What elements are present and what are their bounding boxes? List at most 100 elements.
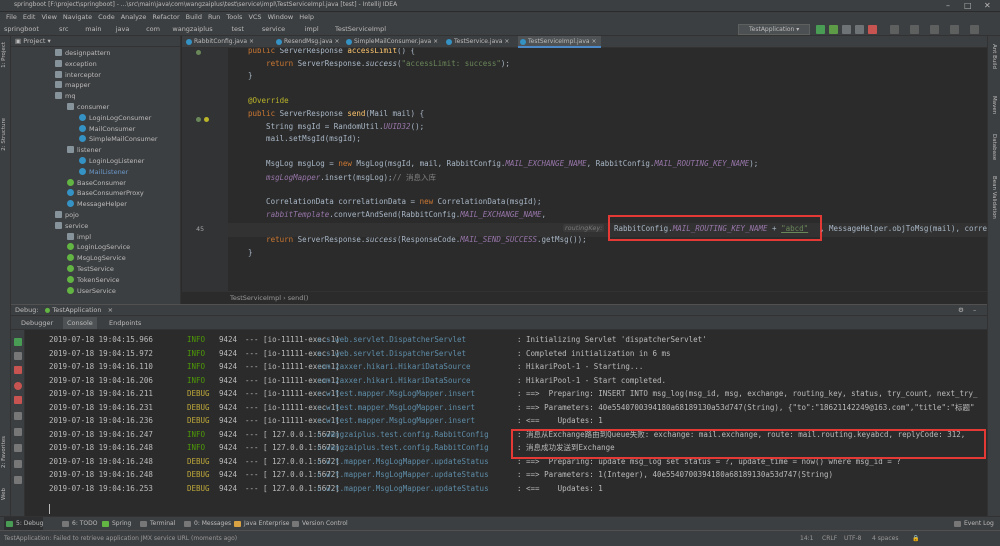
tree-item[interactable]: TestService: [67, 264, 114, 275]
bottom-tab[interactable]: Terminal: [138, 517, 175, 531]
close-icon[interactable]: ×: [247, 38, 254, 45]
hide-panel-icon[interactable]: –: [973, 305, 976, 316]
tree-item[interactable]: consumer: [67, 102, 109, 113]
settings-icon[interactable]: ⚙: [958, 305, 964, 316]
pause-icon[interactable]: [14, 352, 22, 360]
tree-item[interactable]: LoginLogService: [67, 242, 130, 253]
search-icon[interactable]: [970, 25, 979, 34]
breadcrumb-item[interactable]: com: [146, 24, 160, 35]
bottom-tab[interactable]: Version Control: [290, 517, 348, 531]
editor-breadcrumb[interactable]: TestServiceImpl › send(): [182, 291, 987, 303]
breadcrumb-item[interactable]: impl: [305, 24, 319, 35]
favorites-tool-tab[interactable]: 2: Favorites: [1, 436, 7, 468]
tree-item[interactable]: designpattern: [55, 48, 110, 59]
indent-setting[interactable]: 4 spaces: [872, 531, 898, 546]
tree-item[interactable]: mq: [55, 91, 75, 102]
tree-item[interactable]: LoginLogConsumer: [79, 113, 151, 124]
maven-tool-tab[interactable]: Maven: [991, 96, 997, 114]
editor-tab[interactable]: ResendMsg.java ×: [274, 36, 344, 48]
git-icon[interactable]: [890, 25, 899, 34]
tree-item[interactable]: pojo: [55, 210, 79, 221]
tree-item[interactable]: MailConsumer: [79, 124, 135, 135]
menu-help[interactable]: Help: [299, 12, 314, 23]
annotation-marker-icon[interactable]: [204, 117, 209, 122]
debug-tab-console[interactable]: Console: [63, 317, 97, 329]
camera-icon[interactable]: [14, 412, 22, 420]
bottom-tab[interactable]: Java Enterprise: [232, 517, 289, 531]
tree-item[interactable]: MessageHelper: [67, 199, 127, 210]
menu-tools[interactable]: Tools: [226, 12, 242, 23]
implements-marker-icon[interactable]: [196, 117, 201, 122]
project-panel-header[interactable]: ▣ Project ▾: [11, 36, 180, 47]
history-icon[interactable]: [930, 25, 939, 34]
bottom-tab[interactable]: 0: Messages: [182, 517, 231, 531]
menu-navigate[interactable]: Navigate: [63, 12, 92, 23]
breadcrumb-item[interactable]: wangzaiplus: [172, 24, 212, 35]
close-icon[interactable]: ×: [333, 38, 340, 45]
coverage-icon[interactable]: [842, 25, 851, 34]
structure-tool-tab[interactable]: 2: Structure: [1, 118, 7, 151]
close-icon[interactable]: ×: [502, 38, 509, 45]
minimize-icon[interactable]: –: [946, 1, 950, 10]
tree-item[interactable]: TokenService: [67, 275, 120, 286]
editor-tab[interactable]: TestService.java ×: [444, 36, 513, 48]
tree-item[interactable]: exception: [55, 59, 97, 70]
caret-position[interactable]: 14:1: [800, 531, 813, 546]
help-icon[interactable]: [14, 476, 22, 484]
console-output[interactable]: 2019-07-18 19:04:15.966 INFO 9424 --- [io-1…: [25, 330, 987, 516]
settings-icon[interactable]: [950, 25, 959, 34]
menu-file[interactable]: File: [6, 12, 17, 23]
maximize-icon[interactable]: □: [964, 1, 972, 10]
status-message[interactable]: TestApplication: Failed to retrieve appl…: [4, 531, 237, 546]
breadcrumb-item[interactable]: TestServiceImpl: [335, 24, 386, 35]
code-editor[interactable]: public ServerResponse accessLimit() { re…: [228, 48, 987, 291]
bottom-tab[interactable]: 5: Debug: [4, 517, 44, 531]
line-separator[interactable]: CRLF: [822, 531, 837, 546]
tree-item[interactable]: mapper: [55, 80, 90, 91]
debug-icon[interactable]: [829, 25, 838, 34]
run-icon[interactable]: [816, 25, 825, 34]
menu-analyze[interactable]: Analyze: [121, 12, 147, 23]
menu-refactor[interactable]: Refactor: [152, 12, 179, 23]
breadcrumb-item[interactable]: service: [262, 24, 285, 35]
file-encoding[interactable]: UTF-8: [844, 531, 862, 546]
menu-view[interactable]: View: [41, 12, 56, 23]
tree-item[interactable]: LoginLogListener: [79, 156, 144, 167]
breadcrumb-item[interactable]: java: [116, 24, 130, 35]
menu-edit[interactable]: Edit: [23, 12, 36, 23]
menu-vcs[interactable]: VCS: [248, 12, 261, 23]
mute-breakpoints-icon[interactable]: [14, 396, 22, 404]
tree-item[interactable]: MsgLogService: [67, 253, 126, 264]
lock-icon[interactable]: 🔒: [912, 531, 919, 546]
web-tool-tab[interactable]: Web: [1, 488, 7, 500]
tree-item[interactable]: BaseConsumerProxy: [67, 188, 144, 199]
breadcrumb-item[interactable]: test: [232, 24, 244, 35]
menu-build[interactable]: Build: [186, 12, 202, 23]
run-configuration-select[interactable]: TestApplication ▾: [738, 24, 810, 35]
menu-code[interactable]: Code: [98, 12, 115, 23]
project-tool-tab[interactable]: 1: Project: [1, 42, 7, 68]
override-marker-icon[interactable]: [196, 50, 201, 55]
ant-build-tool-tab[interactable]: Ant Build: [991, 44, 997, 69]
close-icon[interactable]: ×: [108, 306, 113, 314]
close-icon[interactable]: ×: [590, 38, 596, 45]
resume-icon[interactable]: [14, 338, 22, 346]
menu-run[interactable]: Run: [208, 12, 220, 23]
breadcrumb-item[interactable]: src: [59, 24, 69, 35]
tree-item[interactable]: interceptor: [55, 70, 101, 81]
tree-item[interactable]: BaseConsumer: [67, 178, 126, 189]
close-icon[interactable]: ×: [431, 38, 438, 45]
event-log-tab[interactable]: Event Log: [952, 517, 994, 531]
editor-tab[interactable]: RabbitConfig.java ×: [184, 36, 258, 48]
debug-tab-endpoints[interactable]: Endpoints: [105, 317, 145, 329]
debug-config-tab[interactable]: TestApplication: [52, 306, 101, 314]
stop-icon[interactable]: [868, 25, 877, 34]
bean-validation-tool-tab[interactable]: Bean Validation: [991, 176, 997, 219]
view-breakpoints-icon[interactable]: [14, 382, 22, 390]
editor-tab[interactable]: SimpleMailConsumer.java ×: [344, 36, 442, 48]
editor-tab[interactable]: TestServiceImpl.java ×: [518, 36, 601, 48]
tree-item[interactable]: service: [55, 221, 88, 232]
bottom-tab[interactable]: Spring: [100, 517, 131, 531]
tree-item[interactable]: listener: [67, 145, 101, 156]
tree-item[interactable]: impl: [67, 232, 91, 243]
